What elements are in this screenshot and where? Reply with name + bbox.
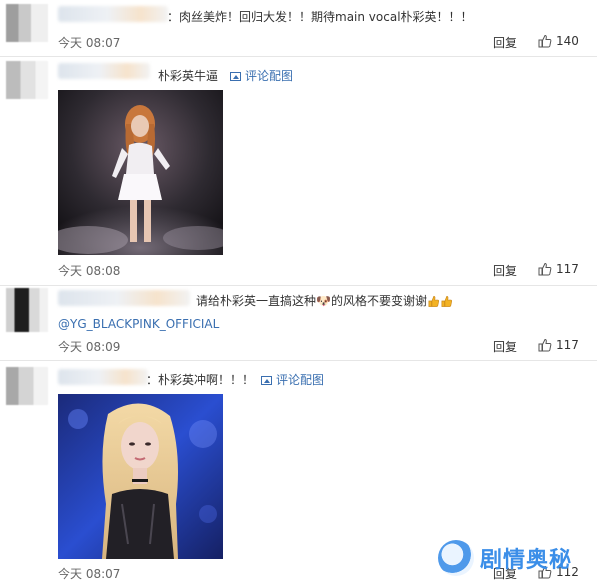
like-button[interactable]: 117 [538,262,579,276]
thumbs-up-icon [538,34,552,48]
mention-link[interactable]: @YG_BLACKPINK_OFFICIAL [58,317,219,331]
reply-button[interactable]: 回复 [493,34,517,51]
image-link-label: 评论配图 [276,373,325,387]
comment-image-link[interactable]: 评论配图 [261,371,324,388]
avatar[interactable] [6,367,48,405]
thumbs-up-icon [538,338,552,352]
comment-3: 请给朴彩英一直搞这种🐶的风格不要变谢谢 @YG_BLACKPINK_OFFICI… [0,286,597,360]
comment-body: 请给朴彩英一直搞这种🐶的风格不要变谢谢 [196,294,427,308]
comment-image-link[interactable]: 评论配图 [230,67,293,84]
reply-button[interactable]: 回复 [493,338,517,355]
image-link-label: 评论配图 [245,69,294,83]
comment-photo[interactable] [58,90,223,255]
comment-text: ：朴彩英冲啊！！！ [146,373,255,387]
comment-2: 朴彩英牛逼 评论配图 今天 08:08 回复 117 [0,57,597,285]
comment-text: 请给朴彩英一直搞这种🐶的风格不要变谢谢 [196,292,453,309]
like-count: 117 [556,262,579,276]
reply-button[interactable]: 回复 [493,262,517,279]
like-button[interactable]: 117 [538,338,579,352]
avatar[interactable] [6,61,48,99]
watermark: 剧情奥秘 [438,537,588,579]
comment-time: 今天 08:07 [58,567,121,581]
avatar[interactable] [6,288,48,332]
comment-photo[interactable] [58,394,223,559]
like-count: 117 [556,338,579,352]
username-blurred[interactable] [58,6,168,22]
username-blurred[interactable] [58,63,150,79]
like-count: 140 [556,34,579,48]
avatar[interactable] [6,4,48,42]
comment-1: ：肉丝美炸！回归大发！！期待main vocal朴彩英！！！ 今天 08:07 … [0,0,597,56]
image-icon [261,376,272,385]
comment-text: ：肉丝美炸！回归大发！！期待main vocal朴彩英！！！ [167,10,473,24]
comment-time: 今天 08:08 [58,264,121,278]
comment-time: 今天 08:09 [58,340,121,354]
like-button[interactable]: 140 [538,34,579,48]
thumbs-up-icon [538,262,552,276]
thumbs-up-emoji-icon [428,296,439,307]
username-blurred[interactable] [58,290,190,306]
watermark-logo-icon [438,540,474,576]
comment-text: 朴彩英牛逼 [158,69,219,83]
thumbs-up-emoji-icon [441,296,452,307]
watermark-text: 剧情奥秘 [480,548,573,573]
image-icon [230,72,241,81]
comment-time: 今天 08:07 [58,36,121,50]
username-blurred[interactable] [58,369,148,385]
